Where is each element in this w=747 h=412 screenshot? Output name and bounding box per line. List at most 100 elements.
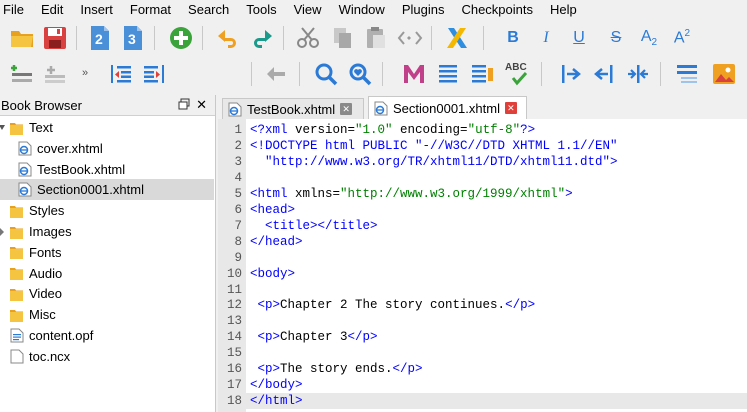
heading-2-icon[interactable]: 2	[86, 24, 114, 52]
line-number: 2	[234, 138, 242, 153]
menu-checkpoints[interactable]: Checkpoints	[457, 0, 533, 19]
list-marker-icon[interactable]	[468, 60, 496, 88]
tree-item-label: Section0001.xhtml	[37, 182, 144, 198]
undo-icon[interactable]	[215, 24, 243, 52]
toolbar-separator	[431, 26, 432, 50]
tree-item-images[interactable]: Images	[0, 221, 214, 242]
menu-format[interactable]: Format	[126, 0, 171, 19]
tree-item-label: TestBook.xhtml	[37, 161, 126, 177]
tree-item-audio[interactable]: Audio	[0, 263, 214, 284]
subscript-icon[interactable]: A2	[635, 24, 663, 52]
split-icon[interactable]	[557, 60, 585, 88]
spellcheck-icon[interactable]: ABC	[503, 60, 531, 88]
list-icon[interactable]	[434, 60, 462, 88]
search-heart-icon[interactable]	[346, 60, 374, 88]
x-logo-icon[interactable]	[443, 24, 471, 52]
more-chevron-icon[interactable]: »	[82, 67, 88, 79]
tab-testbook[interactable]: TestBook.xhtml ✕	[222, 98, 364, 119]
code-text: </body>	[250, 377, 303, 393]
tab-section0001[interactable]: Section0001.xhtml ✕	[368, 96, 527, 119]
tree-item-testbook-xhtml[interactable]: TestBook.xhtml	[0, 159, 214, 180]
secondary-toolbar: » ABC	[0, 56, 747, 92]
line-number: 1	[234, 123, 242, 137]
code-token-txt: The story ends.	[280, 362, 393, 377]
image-icon[interactable]	[710, 60, 738, 88]
tree-item-styles[interactable]: Styles	[0, 200, 214, 221]
code-line: 12 <p>Chapter 2 The story continues.</p>	[218, 297, 747, 313]
tree-item-label: Text	[29, 120, 53, 135]
code-token-attr: xmlns=	[295, 186, 341, 201]
tree-item-section0001-xhtml[interactable]: Section0001.xhtml	[0, 179, 214, 201]
toc-icon[interactable]	[673, 60, 701, 88]
code-text: </html>	[250, 393, 303, 409]
expanded-arrow-icon[interactable]	[0, 124, 5, 132]
menu-insert[interactable]: Insert	[76, 0, 113, 19]
code-token-tag: <head>	[250, 202, 296, 217]
code-editor[interactable]: 1 <?xml version="1.0" encoding="utf-8"?> 2…	[218, 119, 747, 412]
xhtml-file-icon	[374, 101, 388, 115]
tree-item-misc[interactable]: Misc	[0, 304, 214, 325]
line-number: 5	[234, 186, 242, 201]
tree-item-content-opf[interactable]: content.opf	[0, 325, 214, 346]
merge-left-icon[interactable]	[590, 60, 618, 88]
insert-row-icon[interactable]	[8, 60, 36, 88]
increase-indent-icon[interactable]	[140, 60, 168, 88]
tree-item-label: Styles	[29, 203, 65, 219]
merge-right-icon[interactable]	[624, 60, 652, 88]
add-file-icon[interactable]	[167, 24, 195, 52]
open-folder-icon[interactable]	[8, 24, 36, 52]
code-line: 4	[218, 170, 747, 186]
code-line: 13	[218, 313, 747, 329]
code-token-tag: </html>	[250, 394, 303, 409]
menu-help[interactable]: Help	[546, 0, 577, 19]
menu-plugins[interactable]: Plugins	[398, 0, 445, 19]
tree-item-label: Video	[29, 286, 63, 302]
code-view-icon[interactable]	[396, 24, 424, 52]
cut-icon[interactable]	[294, 24, 322, 52]
heading-2-label: 2	[95, 31, 103, 47]
folder-icon	[10, 225, 29, 239]
tree-item-cover-xhtml[interactable]: cover.xhtml	[0, 138, 214, 159]
bold-icon[interactable]: B	[499, 24, 527, 52]
close-panel-icon[interactable]: ✕	[196, 97, 207, 112]
line-number: 10	[226, 266, 242, 281]
underline-icon[interactable]: U	[565, 24, 593, 52]
tree-item-label: Images	[29, 224, 72, 239]
line-number: 18	[226, 394, 242, 409]
tree-item-fonts[interactable]: Fonts	[0, 242, 214, 263]
metadata-m-icon[interactable]	[400, 60, 428, 88]
float-panel-icon[interactable]	[178, 98, 190, 110]
menu-search[interactable]: Search	[184, 0, 229, 19]
menu-edit[interactable]: Edit	[37, 0, 63, 19]
code-token-attr: version=	[295, 123, 356, 137]
tree-item-label: toc.ncx	[29, 348, 71, 364]
code-token-tag: </head>	[250, 234, 303, 249]
tree-item-toc-ncx[interactable]: toc.ncx	[0, 346, 214, 367]
tree-item-video[interactable]: Video	[0, 283, 214, 304]
line-number: 14	[226, 330, 242, 345]
heading-3-icon[interactable]: 3	[119, 24, 147, 52]
code-line: 2 <!DOCTYPE html PUBLIC "-//W3C//DTD XHTM…	[218, 138, 747, 154]
menu-tools[interactable]: Tools	[242, 0, 276, 19]
menu-window[interactable]: Window	[335, 0, 385, 19]
copy-icon[interactable]	[329, 24, 357, 52]
code-line: 16 <p>The story ends.</p>	[218, 361, 747, 377]
collapsed-arrow-icon[interactable]	[0, 227, 5, 236]
redo-icon[interactable]	[247, 24, 275, 52]
strikethrough-icon[interactable]: S	[602, 24, 630, 52]
search-icon[interactable]	[312, 60, 340, 88]
main-toolbar: 2 3 B I U S A2 A2	[0, 20, 747, 56]
menu-bar: File Edit Insert Format Search Tools Vie…	[0, 0, 747, 19]
decrease-indent-icon[interactable]	[107, 60, 135, 88]
tab-close-icon[interactable]: ✕	[504, 102, 517, 114]
menu-file[interactable]: File	[0, 0, 24, 19]
tab-close-icon[interactable]: ✕	[340, 103, 353, 115]
tree-item-text[interactable]: Text	[0, 117, 214, 138]
back-arrow-icon[interactable]	[262, 60, 290, 88]
remove-row-icon[interactable]	[41, 60, 69, 88]
save-icon[interactable]	[41, 24, 69, 52]
italic-icon[interactable]: I	[532, 24, 560, 52]
menu-view[interactable]: View	[290, 0, 322, 19]
superscript-icon[interactable]: A2	[668, 24, 696, 52]
paste-icon[interactable]	[362, 24, 390, 52]
